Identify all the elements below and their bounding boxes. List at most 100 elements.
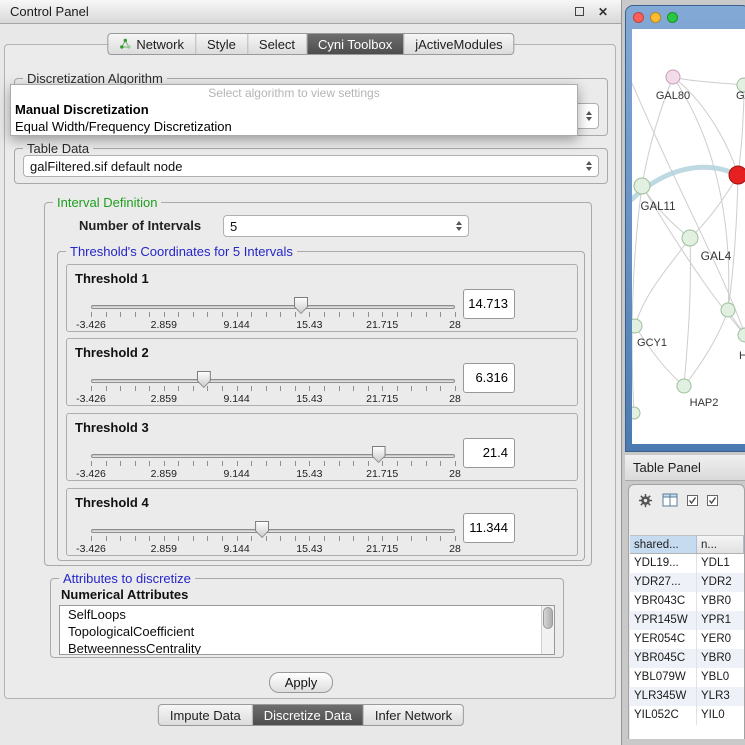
select-none-icon[interactable]	[707, 495, 718, 506]
select-all-icon[interactable]	[687, 495, 698, 506]
node-label: GA	[736, 90, 745, 102]
table-cell[interactable]: YBR0	[697, 592, 744, 611]
network-node[interactable]	[682, 230, 698, 246]
tab-label: Impute Data	[170, 708, 241, 723]
table-row[interactable]: YIL052CYIL0	[630, 706, 744, 725]
table-row[interactable]: YLR345WYLR3	[630, 687, 744, 706]
table-row[interactable]: YBR043CYBR0	[630, 592, 744, 611]
control-panel-titlebar[interactable]: Control Panel ✕	[0, 0, 621, 24]
columns-icon[interactable]	[662, 493, 678, 507]
slider-scale: -3.4262.8599.14415.4321.71528	[91, 444, 455, 480]
slider-scale: -3.4262.8599.14415.4321.71528	[91, 295, 455, 331]
apply-button[interactable]: Apply	[269, 672, 333, 693]
float-window-button[interactable]	[571, 4, 587, 20]
number-of-intervals-value: 5	[230, 219, 237, 234]
table-cell[interactable]: YDR27...	[630, 573, 697, 592]
threshold-value-field[interactable]: 6.316	[463, 363, 515, 393]
threshold-slider[interactable]: -3.4262.8599.14415.4321.71528	[91, 444, 455, 480]
dropdown-option-manual-discretization[interactable]: Manual Discretization	[11, 101, 577, 118]
table-cell[interactable]: YPR1	[697, 611, 744, 630]
network-node[interactable]	[721, 303, 735, 317]
column-header-name[interactable]: n...	[697, 535, 744, 554]
network-node[interactable]	[677, 379, 691, 393]
threshold-slider[interactable]: -3.4262.8599.14415.4321.71528	[91, 369, 455, 405]
table-cell[interactable]: YDL19...	[630, 554, 697, 573]
table-cell[interactable]: YDL1	[697, 554, 744, 573]
attribute-item[interactable]: SelfLoops	[60, 606, 554, 623]
interval-definition-label: Interval Definition	[53, 195, 161, 210]
window-title: Control Panel	[10, 4, 89, 19]
network-node[interactable]	[666, 70, 680, 84]
table-row[interactable]: YBR045CYBR0	[630, 649, 744, 668]
table-row[interactable]: YBL079WYBL0	[630, 668, 744, 687]
table-data-group: Table Data galFiltered.sif default node	[14, 148, 608, 184]
tab-style[interactable]: Style	[195, 34, 247, 54]
table-cell[interactable]: YDR2	[697, 573, 744, 592]
network-node[interactable]	[632, 407, 640, 419]
table-cell[interactable]: YBR045C	[630, 649, 697, 668]
attribute-item[interactable]: TopologicalCoefficient	[60, 623, 554, 640]
table-body[interactable]: YDL19...YDL1YDR27...YDR2YBR043CYBR0YPR14…	[630, 554, 744, 739]
table-row[interactable]: YDR27...YDR2	[630, 573, 744, 592]
dropdown-option-equal-width-frequency[interactable]: Equal Width/Frequency Discretization	[11, 118, 577, 135]
table-cell[interactable]: YER0	[697, 630, 744, 649]
table-toolbar	[629, 485, 744, 515]
scrollbar-thumb[interactable]	[543, 607, 553, 629]
threshold-slider[interactable]: -3.4262.8599.14415.4321.71528	[91, 295, 455, 331]
network-node[interactable]	[632, 319, 642, 333]
tab-label: Infer Network	[375, 708, 452, 723]
dropdown-placeholder: Select algorithm to view settings	[11, 85, 577, 101]
threshold-value-field[interactable]: 21.4	[463, 438, 515, 468]
tab-discretize-data[interactable]: Discretize Data	[252, 705, 363, 725]
threshold-value-field[interactable]: 11.344	[463, 513, 515, 543]
network-node[interactable]	[738, 328, 745, 342]
table-cell[interactable]: YBR043C	[630, 592, 697, 611]
table-cell[interactable]: YBL079W	[630, 668, 697, 687]
table-row[interactable]: YPR145WYPR1	[630, 611, 744, 630]
table-cell[interactable]: YIL0	[697, 706, 744, 725]
table-header-row: shared... n...	[630, 535, 744, 554]
close-traffic-icon[interactable]	[633, 12, 644, 23]
network-canvas[interactable]: GAL80 GAL11 GAL4 GCY1 HAP2 GA H	[632, 29, 745, 444]
tab-cyni-toolbox[interactable]: Cyni Toolbox	[306, 34, 403, 54]
combo-stepper-icon	[580, 161, 592, 171]
table-row[interactable]: YDL19...YDL1	[630, 554, 744, 573]
attribute-item[interactable]: BetweennessCentrality	[60, 640, 554, 655]
network-view-window[interactable]: GAL80 GAL11 GAL4 GCY1 HAP2 GA H	[625, 5, 745, 452]
thresholds-group: Threshold's Coordinates for 5 Intervals …	[57, 251, 585, 561]
tab-select[interactable]: Select	[247, 34, 306, 54]
tab-infer-network[interactable]: Infer Network	[363, 705, 463, 725]
tab-jactivemodules[interactable]: jActiveModules	[403, 34, 513, 54]
tab-label: Select	[259, 37, 295, 52]
zoom-traffic-icon[interactable]	[667, 12, 678, 23]
minimize-traffic-icon[interactable]	[650, 12, 661, 23]
node-label: GAL4	[701, 249, 732, 263]
network-node-selected[interactable]	[729, 166, 745, 184]
number-of-intervals-combobox[interactable]: 5	[223, 215, 469, 237]
network-node[interactable]	[634, 178, 650, 194]
numerical-attributes-list[interactable]: SelfLoopsTopologicalCoefficientBetweenne…	[59, 605, 555, 655]
column-header-shared-name[interactable]: shared...	[630, 535, 697, 554]
table-data-combobox[interactable]: galFiltered.sif default node	[23, 155, 599, 177]
table-cell[interactable]: YER054C	[630, 630, 697, 649]
table-panel-titlebar[interactable]: Table Panel	[625, 455, 745, 481]
control-panel-tabs: Network Style Select Cyni Toolbox jActiv…	[107, 33, 514, 55]
node-label: GAL11	[641, 201, 676, 213]
table-cell[interactable]: YLR3	[697, 687, 744, 706]
gear-icon[interactable]	[638, 493, 653, 508]
tab-impute-data[interactable]: Impute Data	[159, 705, 252, 725]
threshold-label: Threshold 2	[75, 345, 149, 360]
node-label: HAP2	[690, 397, 719, 409]
list-scrollbar[interactable]	[541, 606, 554, 654]
table-cell[interactable]: YPR145W	[630, 611, 697, 630]
table-cell[interactable]: YBL0	[697, 668, 744, 687]
table-row[interactable]: YER054CYER0	[630, 630, 744, 649]
table-cell[interactable]: YIL052C	[630, 706, 697, 725]
threshold-value-field[interactable]: 14.713	[463, 289, 515, 319]
table-cell[interactable]: YBR0	[697, 649, 744, 668]
attributes-group-label: Attributes to discretize	[59, 571, 195, 586]
close-window-button[interactable]: ✕	[595, 4, 611, 20]
threshold-slider[interactable]: -3.4262.8599.14415.4321.71528	[91, 519, 455, 555]
tab-network[interactable]: Network	[108, 34, 195, 54]
table-cell[interactable]: YLR345W	[630, 687, 697, 706]
